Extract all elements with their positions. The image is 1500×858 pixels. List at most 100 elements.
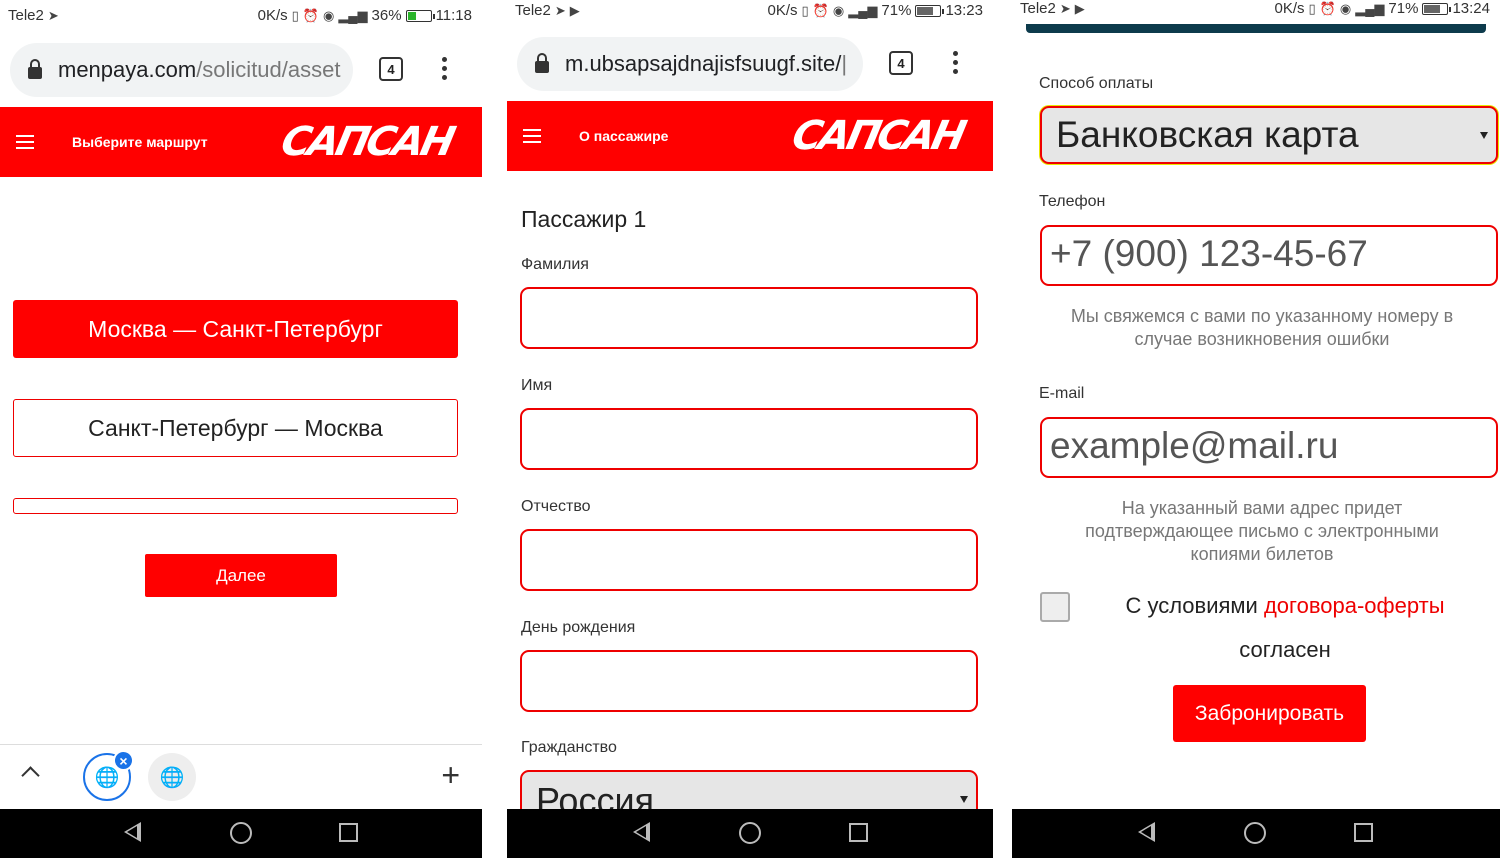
close-tab-icon[interactable]: × bbox=[113, 750, 134, 771]
header-title: Выберите маршрут bbox=[72, 134, 208, 150]
chevron-up-icon[interactable] bbox=[21, 766, 40, 785]
alarm-icon: ⏰ bbox=[1319, 1, 1336, 16]
email-input[interactable]: example@mail.ru bbox=[1040, 417, 1498, 478]
android-nav-bar bbox=[507, 809, 993, 858]
caret-down-icon bbox=[1480, 132, 1488, 139]
eye-icon: ◉ bbox=[832, 3, 845, 18]
network-speed: 0K/s bbox=[1274, 0, 1305, 17]
battery-icon bbox=[915, 4, 945, 17]
battery-percent: 71% bbox=[881, 2, 912, 19]
android-nav-bar bbox=[0, 809, 482, 858]
agree-checkbox[interactable] bbox=[1040, 592, 1070, 622]
url-domain: menpaya.com bbox=[58, 57, 197, 82]
name-input[interactable] bbox=[520, 408, 978, 470]
clock: 11:18 bbox=[435, 7, 472, 24]
url-path: /solicitud/asset bbox=[196, 57, 341, 82]
citizenship-label: Гражданство bbox=[521, 739, 617, 756]
status-bar: Tele2 ➤ ▶ 0K/s ▯ ⏰ ◉ ▂▄▆ 71% 13:23 bbox=[507, 0, 993, 32]
payment-value: Банковская карта bbox=[1056, 114, 1359, 155]
recents-icon[interactable] bbox=[1354, 823, 1373, 842]
next-button[interactable]: Далее bbox=[145, 554, 337, 597]
new-tab-plus-icon[interactable]: + bbox=[441, 759, 460, 791]
phone-screen-contacts: Tele2 ➤ ▶ 0K/s ▯ ⏰ ◉ ▂▄▆ 71% 13:24 Спосо… bbox=[1012, 0, 1500, 858]
phone-input[interactable]: +7 (900) 123-45-67 bbox=[1040, 225, 1498, 286]
vibrate-icon: ▯ bbox=[291, 8, 299, 23]
route-moscow-spb-button[interactable]: Москва — Санкт-Петербург bbox=[13, 300, 458, 358]
phone-screen-passenger: Tele2 ➤ ▶ 0K/s ▯ ⏰ ◉ ▂▄▆ 71% 13:23 m.ubs… bbox=[507, 0, 993, 858]
tab-switcher-button[interactable]: 4 bbox=[889, 51, 913, 75]
clock: 13:24 bbox=[1452, 0, 1490, 17]
phone-screen-route: Tele2 ➤ 0K/s ▯ ⏰ ◉ ▂▄▆ 36% 11:18 menpaya… bbox=[0, 0, 482, 858]
sapsan-logo: САПСАН bbox=[788, 113, 968, 159]
tab-switcher-button[interactable]: 4 bbox=[379, 57, 403, 81]
agree-suffix: согласен bbox=[1239, 637, 1331, 662]
phone-label: Телефон bbox=[1039, 193, 1106, 210]
url-path: | bbox=[841, 51, 848, 76]
battery-icon bbox=[405, 9, 435, 22]
patronymic-label: Отчество bbox=[521, 498, 591, 515]
more-menu-icon[interactable] bbox=[952, 51, 958, 74]
route-empty-option[interactable] bbox=[13, 498, 458, 514]
android-nav-bar bbox=[1012, 809, 1500, 858]
hamburger-menu-icon[interactable] bbox=[16, 135, 34, 149]
recents-icon[interactable] bbox=[849, 823, 868, 842]
lock-icon bbox=[535, 53, 549, 73]
vibrate-icon: ▯ bbox=[801, 3, 809, 18]
vibrate-icon: ▯ bbox=[1308, 1, 1316, 16]
recents-icon[interactable] bbox=[339, 823, 358, 842]
status-bar: Tele2 ➤ 0K/s ▯ ⏰ ◉ ▂▄▆ 36% 11:18 bbox=[0, 0, 482, 32]
email-placeholder: example@mail.ru bbox=[1050, 425, 1339, 466]
agree-prefix: С условиями bbox=[1125, 593, 1264, 618]
patronymic-input[interactable] bbox=[520, 529, 978, 591]
hamburger-menu-icon[interactable] bbox=[523, 129, 541, 143]
phone-hint: Мы свяжемся с вами по указанному номеру … bbox=[1070, 306, 1454, 349]
battery-percent: 71% bbox=[1388, 0, 1419, 17]
play-store-icon: ▶ bbox=[569, 3, 580, 18]
birthday-input[interactable] bbox=[520, 650, 978, 712]
alarm-icon: ⏰ bbox=[812, 3, 829, 18]
network-speed: 0K/s bbox=[257, 7, 288, 24]
back-icon[interactable] bbox=[633, 822, 650, 842]
home-icon[interactable] bbox=[1244, 822, 1266, 844]
home-icon[interactable] bbox=[230, 822, 252, 844]
address-bar[interactable]: menpaya.com/solicitud/asset bbox=[10, 43, 353, 97]
address-bar[interactable]: m.ubsapsajdnajisfsuugf.site/| bbox=[517, 37, 863, 91]
telegram-icon: ➤ bbox=[1059, 1, 1071, 16]
clock: 13:23 bbox=[945, 2, 983, 19]
sapsan-logo: САПСАН bbox=[277, 119, 457, 165]
signal-icon: ▂▄▆ bbox=[1355, 1, 1385, 16]
caret-down-icon bbox=[960, 796, 968, 803]
back-icon[interactable] bbox=[124, 822, 141, 842]
other-tab-globe-icon[interactable]: 🌐 bbox=[148, 753, 196, 801]
browser-tab-strip: 🌐 × 🌐 + bbox=[0, 744, 482, 809]
agree-text: С условиями договора-оферты согласен bbox=[1092, 584, 1478, 672]
name-label: Имя bbox=[521, 377, 553, 394]
carrier-name: Tele2 bbox=[8, 7, 44, 24]
battery-percent: 36% bbox=[371, 7, 402, 24]
back-icon[interactable] bbox=[1138, 822, 1155, 842]
network-speed: 0K/s bbox=[767, 2, 798, 19]
carrier-name: Tele2 bbox=[515, 2, 551, 19]
surname-label: Фамилия bbox=[521, 256, 589, 273]
telegram-icon: ➤ bbox=[47, 8, 59, 23]
email-hint: На указанный вами адрес придет подтвержд… bbox=[1085, 498, 1439, 564]
offer-contract-link[interactable]: договора-оферты bbox=[1264, 593, 1445, 618]
home-icon[interactable] bbox=[739, 822, 761, 844]
payment-label: Способ оплаты bbox=[1039, 75, 1154, 92]
site-header: О пассажире САПСАН bbox=[507, 101, 993, 171]
more-menu-icon[interactable] bbox=[441, 57, 447, 80]
book-button[interactable]: Забронировать bbox=[1173, 685, 1366, 742]
signal-icon: ▂▄▆ bbox=[848, 3, 878, 18]
birthday-label: День рождения bbox=[521, 619, 636, 636]
phone-placeholder: +7 (900) 123-45-67 bbox=[1050, 233, 1368, 274]
surname-input[interactable] bbox=[520, 287, 978, 349]
passenger-title: Пассажир 1 bbox=[521, 206, 647, 232]
eye-icon: ◉ bbox=[1339, 1, 1352, 16]
route-spb-moscow-button[interactable]: Санкт-Петербург — Москва bbox=[13, 399, 458, 457]
url-domain: m.ubsapsajdnajisfsuugf.site/ bbox=[565, 51, 842, 76]
header-title: О пассажире bbox=[579, 128, 669, 144]
header-bottom-edge bbox=[1026, 24, 1486, 33]
lock-icon bbox=[28, 59, 42, 79]
payment-select[interactable]: Банковская карта bbox=[1040, 106, 1498, 164]
play-store-icon: ▶ bbox=[1074, 1, 1085, 16]
